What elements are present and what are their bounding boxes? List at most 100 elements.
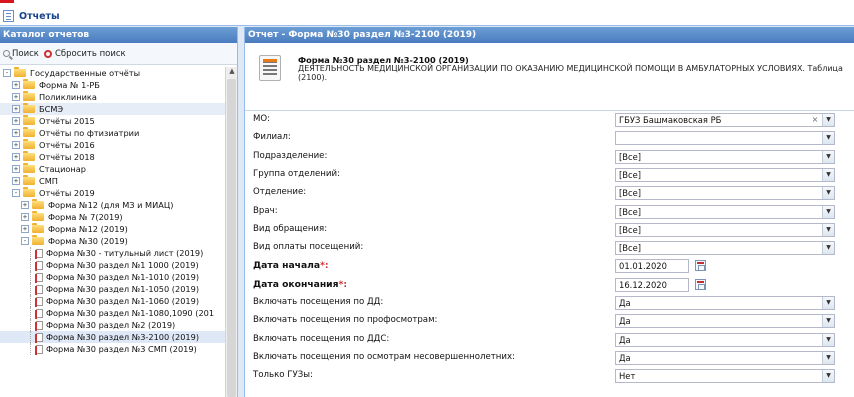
date-field[interactable]: 01.01.2020 [615, 259, 689, 274]
expand-icon[interactable]: + [12, 81, 20, 89]
select-field[interactable]: [Все] ▼ [615, 204, 835, 219]
required-marker: *: [320, 260, 329, 272]
select-value: [Все] [619, 169, 642, 180]
scroll-up-icon[interactable]: ▲ [226, 67, 238, 77]
folder-icon [23, 151, 35, 161]
field-label: Отделение: [253, 187, 306, 197]
tree-folder-item[interactable]: + Форма № 7(2019) [0, 211, 226, 223]
chevron-down-icon[interactable]: ▼ [822, 370, 834, 383]
expand-icon[interactable]: + [12, 129, 20, 137]
reset-search-button[interactable]: Сбросить поиск [43, 49, 126, 59]
select-field[interactable]: Да ▼ [615, 296, 835, 310]
tree-report-item[interactable]: Форма №30 раздел №2 (2019) [0, 319, 226, 331]
select-value: Нет [619, 371, 636, 382]
tree-report-item[interactable]: Форма №30 раздел №3 СМП (2019) [0, 343, 226, 355]
select-field[interactable]: Да ▼ [615, 332, 835, 347]
chevron-down-icon[interactable]: ▼ [822, 187, 834, 200]
date-field[interactable]: 16.12.2020 [615, 277, 689, 292]
tree-folder-item[interactable]: + Отчёты 2015 [0, 115, 226, 127]
folder-icon [23, 175, 35, 185]
calendar-icon[interactable] [695, 278, 706, 290]
expand-icon[interactable]: + [21, 213, 29, 221]
tree-folder-item[interactable]: - Государственные отчёты [0, 67, 226, 79]
field-label: Включать посещения по профосмотрам: [253, 315, 437, 325]
tree-folder-item[interactable]: + Форма №12 (для МЗ и МИАЦ) [0, 199, 226, 211]
collapse-icon[interactable]: - [21, 237, 29, 245]
catalog-header: Каталог отчетов [0, 27, 237, 43]
expand-icon[interactable]: + [12, 165, 20, 173]
chevron-down-icon[interactable]: ▼ [822, 351, 834, 364]
expand-icon[interactable]: + [21, 225, 29, 233]
field-label-text: Дата окончания [253, 278, 339, 290]
tree-report-item[interactable]: Форма №30 раздел №1-1060 (2019) [0, 295, 226, 307]
select-field[interactable]: [Все] ▼ [615, 186, 835, 201]
search-button-label: Поиск [12, 48, 39, 59]
tree-item-label: Форма №30 раздел №1-1080,1090 (201 [46, 308, 215, 318]
expand-icon[interactable]: + [12, 141, 20, 149]
tree-folder-item[interactable]: + Стационар [0, 163, 226, 175]
tree-item-label: Форма №12 (для МЗ и МИАЦ) [48, 200, 174, 210]
tree-report-item[interactable]: Форма №30 раздел №1-1050 (2019) [0, 283, 226, 295]
folder-icon [32, 199, 44, 209]
date-value: 01.01.2020 [619, 261, 667, 272]
select-field[interactable]: [Все] ▼ [615, 167, 835, 182]
select-field[interactable]: ▼ [615, 131, 835, 146]
tree-folder-item[interactable]: + БСМЭ [0, 103, 226, 115]
expand-icon[interactable]: + [12, 117, 20, 125]
expand-icon[interactable]: + [12, 177, 20, 185]
expand-icon[interactable]: + [12, 93, 20, 101]
scrollbar-thumb[interactable] [227, 79, 236, 397]
tree-folder-item[interactable]: + СМП [0, 175, 226, 187]
select-value: Да [619, 298, 631, 308]
select-field[interactable]: [Все] ▼ [615, 149, 835, 164]
chevron-down-icon[interactable]: ▼ [822, 114, 834, 126]
form-row: Филиал: ▼ [245, 129, 854, 147]
tree-folder-item[interactable]: + Форма № 1-РБ [0, 79, 226, 91]
select-field[interactable]: Да ▼ [615, 350, 835, 365]
chevron-down-icon[interactable]: ▼ [822, 205, 834, 218]
select-field[interactable]: [Все] ▼ [615, 222, 835, 237]
tree-folder-item[interactable]: + Форма №12 (2019) [0, 223, 226, 235]
tree-report-item[interactable]: Форма №30 - титульный лист (2019) [0, 247, 226, 259]
field-label-text: Включать посещения по профосмотрам: [253, 315, 438, 326]
required-marker: *: [338, 278, 347, 290]
tree-report-item[interactable]: Форма №30 раздел №1 1000 (2019) [0, 259, 226, 271]
search-button[interactable]: Поиск [3, 49, 39, 59]
tree-report-item[interactable]: Форма №30 раздел №1-1080,1090 (201 [0, 307, 226, 319]
collapse-icon[interactable]: - [12, 189, 20, 197]
tree-folder-item[interactable]: + Отчёты 2016 [0, 139, 226, 151]
report-doc-icon [35, 296, 43, 307]
chevron-down-icon[interactable]: ▼ [822, 297, 834, 309]
catalog-scrollbar[interactable]: ▲ [225, 67, 237, 397]
chevron-down-icon[interactable]: ▼ [822, 223, 834, 236]
expand-icon[interactable]: + [21, 201, 29, 209]
folder-icon [23, 103, 35, 113]
select-field[interactable]: Нет ▼ [615, 369, 835, 384]
expand-icon[interactable]: + [12, 105, 20, 113]
chevron-down-icon[interactable]: ▼ [822, 315, 834, 328]
expand-icon[interactable]: + [12, 153, 20, 161]
tree-item-label: Отчёты 2016 [39, 140, 95, 150]
tree-folder-item[interactable]: + Отчёты по фтизиатрии [0, 127, 226, 139]
tree-folder-item[interactable]: + Поликлиника [0, 91, 226, 103]
chevron-down-icon[interactable]: ▼ [822, 333, 834, 346]
calendar-icon[interactable] [695, 260, 706, 272]
tree-report-item[interactable]: Форма №30 раздел №3-2100 (2019) [0, 331, 226, 343]
field-label: Только ГУЗы: [253, 370, 313, 380]
field-label: Дата окончания*: [253, 279, 347, 290]
tree-folder-item[interactable]: - Форма №30 (2019) [0, 235, 226, 247]
form-row: Включать посещения по осмотрам несоверше… [245, 349, 854, 367]
tree-report-item[interactable]: Форма №30 раздел №1-1010 (2019) [0, 271, 226, 283]
select-field[interactable]: ГБУЗ Башмаковская РБ × ▼ [615, 113, 835, 127]
clear-icon[interactable]: × [810, 114, 820, 126]
collapse-icon[interactable]: - [3, 69, 11, 77]
tree-folder-item[interactable]: - Отчёты 2019 [0, 187, 226, 199]
chevron-down-icon[interactable]: ▼ [822, 242, 834, 255]
chevron-down-icon[interactable]: ▼ [822, 132, 834, 145]
chevron-down-icon[interactable]: ▼ [822, 150, 834, 163]
select-field[interactable]: [Все] ▼ [615, 241, 835, 256]
tree-folder-item[interactable]: + Отчёты 2018 [0, 151, 226, 163]
select-field[interactable]: Да ▼ [615, 314, 835, 329]
field-label-text: Включать посещения по осмотрам несоверше… [253, 351, 515, 362]
chevron-down-icon[interactable]: ▼ [822, 168, 834, 181]
